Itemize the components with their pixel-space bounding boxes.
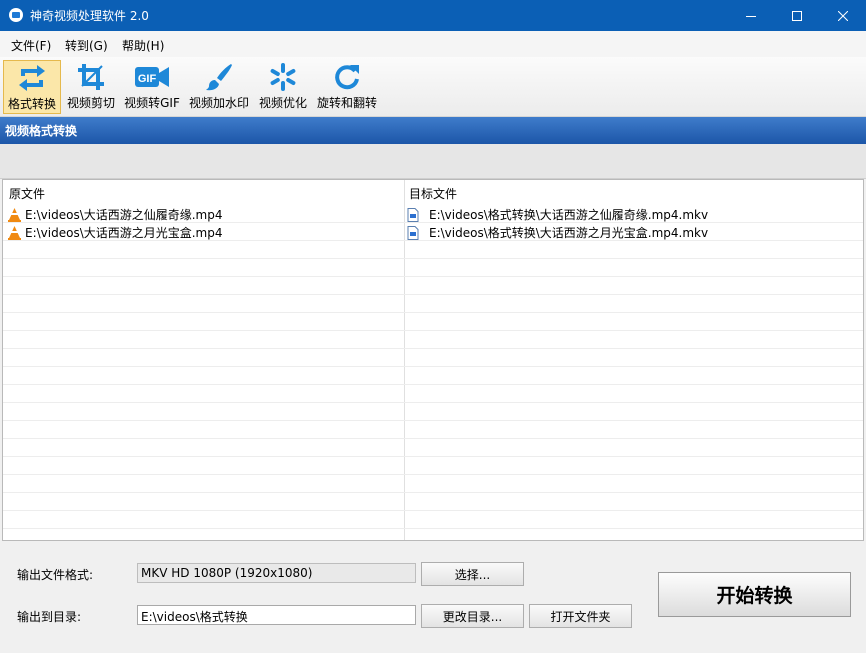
optimize-icon: [270, 63, 296, 91]
open-folder-button[interactable]: 打开文件夹: [529, 604, 632, 628]
menu-help[interactable]: 帮助(H): [122, 37, 164, 54]
panel-title: 视频格式转换: [0, 117, 866, 144]
brush-icon: [206, 64, 232, 91]
close-button[interactable]: [820, 0, 866, 31]
vlc-file-icon: [8, 225, 21, 240]
tool-label: 视频优化: [258, 96, 307, 110]
tool-label: 旋转和翻转: [316, 96, 377, 110]
column-header-source[interactable]: 原文件: [9, 185, 45, 202]
start-convert-button[interactable]: 开始转换: [658, 572, 851, 617]
choose-format-button[interactable]: 选择...: [421, 562, 524, 586]
tool-video-to-gif[interactable]: GIF 视频转GIF: [122, 60, 182, 114]
toolbar: 格式转换 视频剪切 GIF 视频转GIF 视频加水印 视频优化 旋转和翻转: [0, 57, 866, 117]
table-row-empty: [3, 259, 863, 277]
output-format-field: MKV HD 1080P (1920x1080): [137, 563, 416, 583]
table-row[interactable]: E:\videos\大话西游之月光宝盒.mp4 E:\videos\格式转换\大…: [3, 223, 863, 241]
minimize-icon: [746, 15, 756, 17]
output-format-label: 输出文件格式:: [17, 568, 94, 582]
tool-label: 视频转GIF: [124, 96, 180, 110]
tool-video-watermark[interactable]: 视频加水印: [187, 60, 251, 114]
maximize-icon: [792, 10, 802, 21]
table-row-empty: [3, 295, 863, 313]
window-title: 神奇视频处理软件 2.0: [30, 9, 149, 23]
table-row-empty: [3, 313, 863, 331]
maximize-button[interactable]: [774, 0, 820, 31]
table-row-empty: [3, 475, 863, 493]
menu-file[interactable]: 文件(F): [11, 37, 51, 54]
table-row-empty: [3, 511, 863, 529]
menu-goto[interactable]: 转到(G): [65, 37, 108, 54]
app-icon: [9, 8, 23, 22]
table-row-empty: [3, 331, 863, 349]
table-row-empty: [3, 457, 863, 475]
table-row-empty: [3, 241, 863, 259]
table-row[interactable]: E:\videos\大话西游之仙履奇缘.mp4 E:\videos\格式转换\大…: [3, 205, 863, 223]
tool-label: 视频加水印: [188, 96, 249, 110]
source-file-path: E:\videos\大话西游之仙履奇缘.mp4: [25, 208, 223, 222]
panel-subbar: [0, 144, 866, 179]
tool-video-optimize[interactable]: 视频优化: [256, 60, 310, 114]
table-row-empty: [3, 277, 863, 295]
output-dir-label: 输出到目录:: [17, 610, 82, 624]
source-file-path: E:\videos\大话西游之月光宝盒.mp4: [25, 226, 223, 240]
close-icon: [838, 10, 848, 21]
change-dir-button[interactable]: 更改目录...: [421, 604, 524, 628]
file-table[interactable]: 原文件 目标文件 E:\videos\大话西游之仙履奇缘.mp4 E:\vide…: [2, 179, 864, 541]
tool-label: 视频剪切: [66, 96, 115, 110]
tool-video-cut[interactable]: 视频剪切: [64, 60, 118, 114]
tool-format-convert[interactable]: 格式转换: [3, 60, 61, 114]
menu-bar: 文件(F) 转到(G) 帮助(H): [0, 31, 866, 57]
table-header: 原文件 目标文件: [3, 180, 863, 204]
crop-icon: [78, 64, 104, 90]
file-icon: [407, 225, 419, 240]
table-row-empty: [3, 439, 863, 457]
svg-text:GIF: GIF: [138, 73, 157, 85]
tool-rotate-flip[interactable]: 旋转和翻转: [315, 60, 379, 114]
table-row-empty: [3, 367, 863, 385]
minimize-button[interactable]: [728, 0, 774, 31]
gif-icon: GIF: [135, 67, 169, 87]
rotate-icon: [335, 65, 359, 90]
title-bar: 神奇视频处理软件 2.0: [0, 0, 866, 31]
tool-label: 格式转换: [7, 97, 56, 111]
column-header-target[interactable]: 目标文件: [409, 185, 457, 202]
table-row-empty: [3, 493, 863, 511]
output-dir-input[interactable]: E:\videos\格式转换: [137, 605, 416, 625]
target-file-path: E:\videos\格式转换\大话西游之仙履奇缘.mp4.mkv: [429, 208, 709, 222]
vlc-file-icon: [8, 207, 21, 222]
convert-icon: [19, 65, 45, 91]
table-row-empty: [3, 349, 863, 367]
table-row-empty: [3, 385, 863, 403]
table-row-empty: [3, 421, 863, 439]
target-file-path: E:\videos\格式转换\大话西游之月光宝盒.mp4.mkv: [429, 226, 709, 240]
table-row-empty: [3, 403, 863, 421]
file-icon: [407, 207, 419, 222]
